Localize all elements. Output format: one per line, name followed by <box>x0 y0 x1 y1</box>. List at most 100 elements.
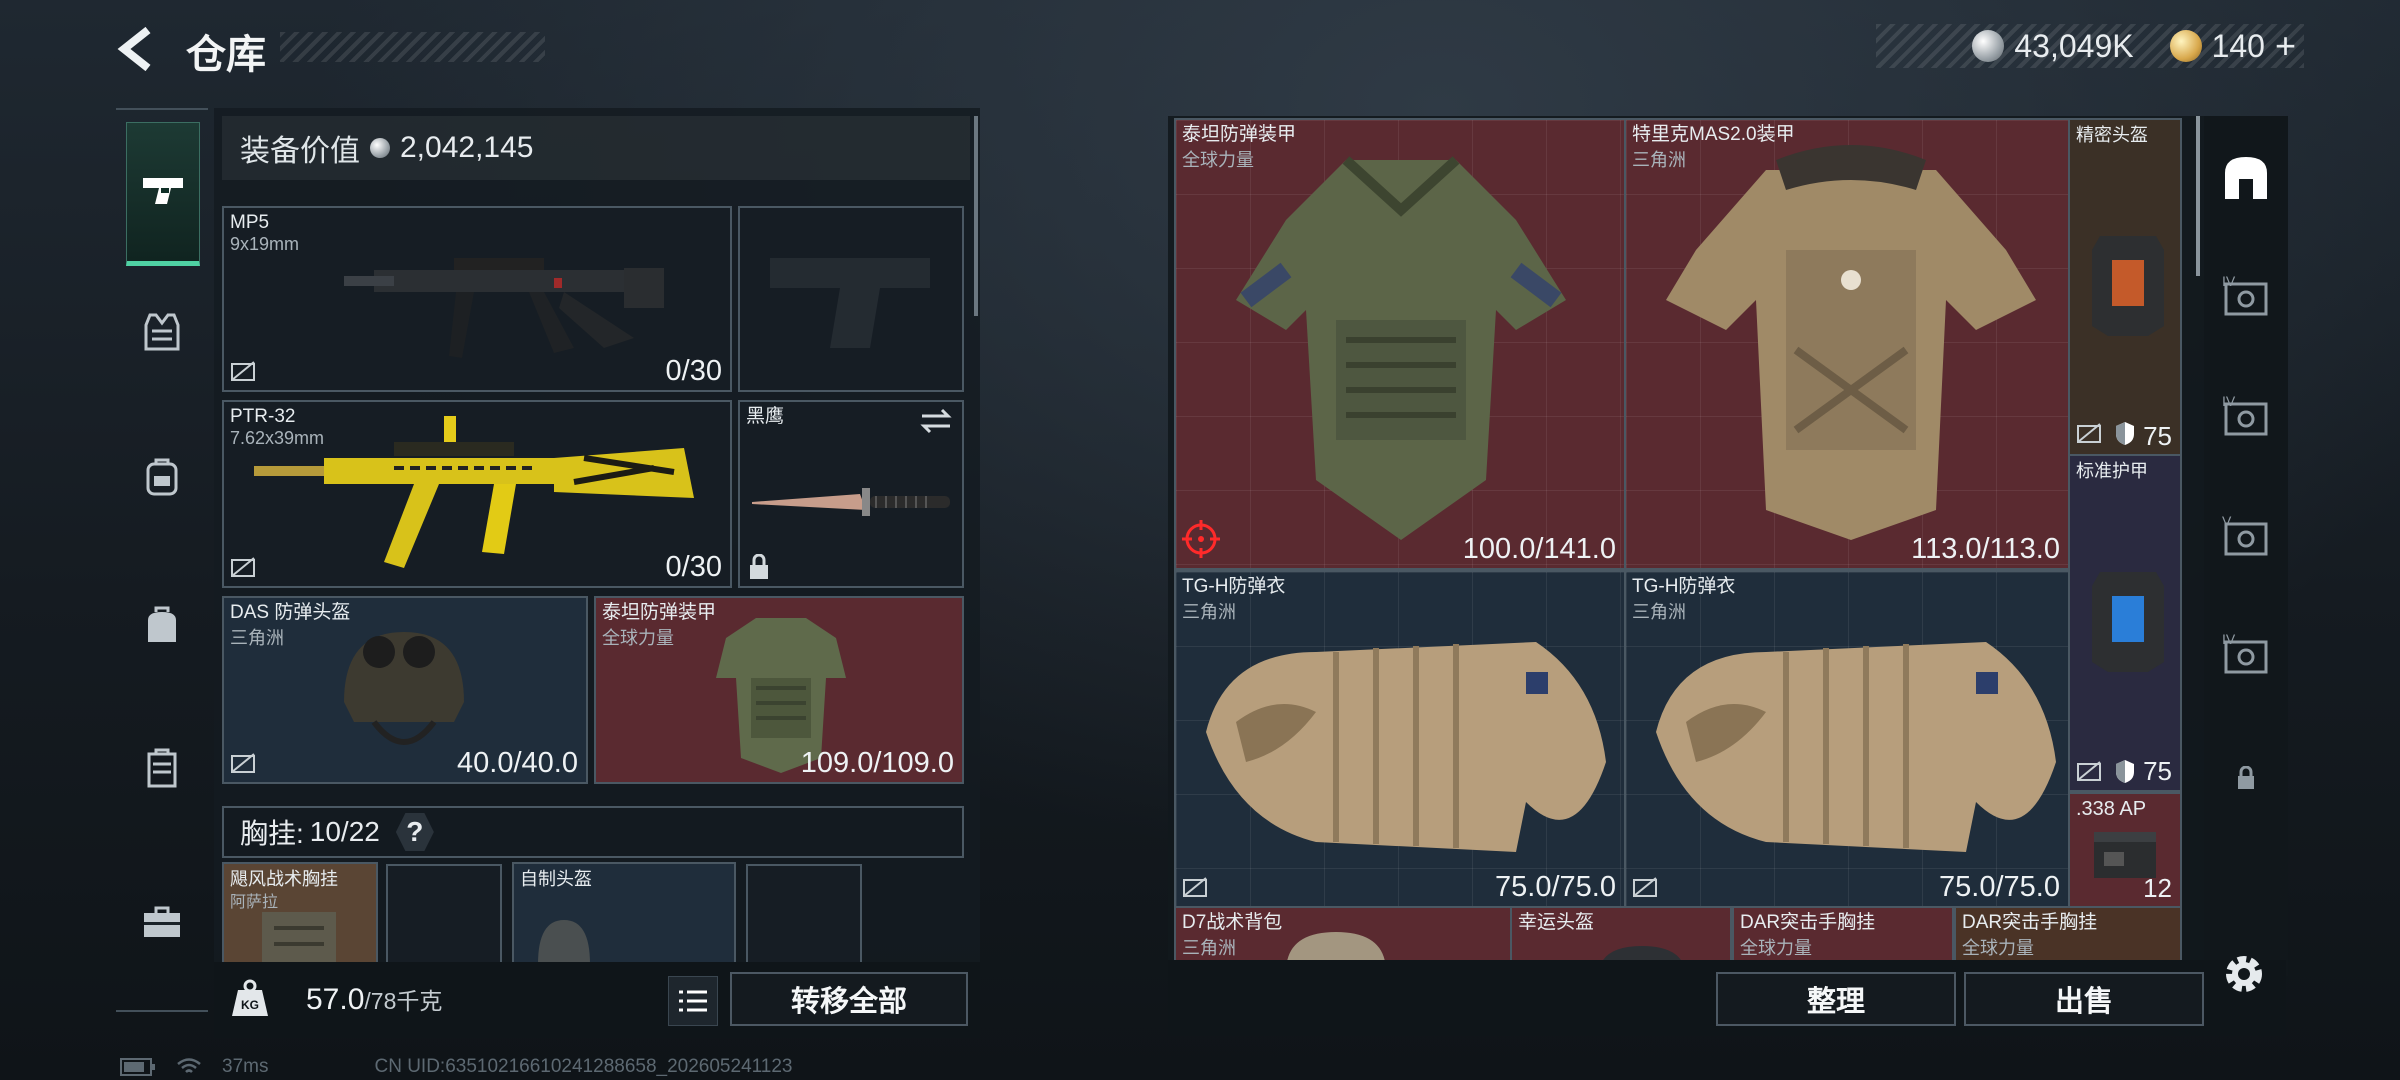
case-icon <box>147 748 177 788</box>
rail-backpack[interactable] <box>126 436 198 516</box>
page-title: 仓库 <box>186 33 266 77</box>
backpack-alt-icon <box>148 606 176 642</box>
svg-text:KG: KG <box>241 998 259 1012</box>
rail-bag[interactable] <box>126 584 198 664</box>
add-currency-button[interactable]: + <box>2275 25 2296 67</box>
primary-weapon-slot[interactable]: MP5 9x19mm 0/30 <box>222 206 732 392</box>
stash-item[interactable]: 精密头盔 75 <box>2068 118 2182 456</box>
item-name: 精密头盔 <box>2076 125 2148 145</box>
wifi-icon <box>177 1058 201 1073</box>
shield-icon <box>2116 760 2134 783</box>
helmet-slot[interactable]: DAS 防弹头盔 三角洲 40.0/40.0 <box>222 596 588 784</box>
item-name: 飓风战术胸挂 <box>230 869 338 889</box>
item-name: 自制头盔 <box>520 869 592 889</box>
silver-coin-icon <box>370 138 390 158</box>
armor-plate-image <box>2092 572 2164 672</box>
item-subtitle: 全球力量 <box>1962 938 2034 958</box>
stash-item[interactable]: DAR突击手胸挂 全球力量 <box>1732 906 1954 960</box>
stash-tab-tier[interactable]: IV <box>2216 624 2276 684</box>
help-button[interactable]: ? <box>395 813 434 851</box>
equipment-scrollbar[interactable] <box>974 116 978 316</box>
uninsured-icon <box>1183 877 1207 897</box>
house-icon <box>2225 157 2267 199</box>
primary-weapon-2-slot[interactable]: PTR-32 7.62x39mm 0/30 <box>222 400 732 588</box>
rail-case[interactable] <box>126 728 198 808</box>
list-view-button[interactable] <box>668 976 718 1026</box>
rail-toolbox[interactable] <box>126 882 198 962</box>
protection-value: 75 <box>2143 421 2172 451</box>
item-name: DAR突击手胸挂 <box>1962 912 2098 933</box>
item-caliber: 9x19mm <box>230 234 300 254</box>
stash-tab-locked[interactable] <box>2216 748 2276 808</box>
armor-image <box>1236 156 1566 540</box>
mp5-image <box>344 258 664 358</box>
transfer-all-button[interactable]: 转移全部 <box>730 972 968 1026</box>
item-name: 标准护甲 <box>2076 461 2148 481</box>
pouch-item[interactable]: 自制头盔 <box>512 862 736 966</box>
gold-coin-icon <box>2169 30 2202 62</box>
stash-item[interactable]: TG-H防弹衣 三角洲 75.0/75.0 <box>1624 570 2070 908</box>
title-decoration <box>280 32 545 62</box>
pouch-slot-empty[interactable] <box>746 864 862 964</box>
item-name: MP5 <box>230 212 270 233</box>
safe-box-icon: IV <box>2222 274 2268 316</box>
stash-item[interactable]: 标准护甲 75 <box>2068 454 2182 792</box>
settings-button[interactable] <box>2218 948 2270 1000</box>
rail-weapons[interactable] <box>126 122 200 266</box>
stash-tab-tier[interactable]: IV <box>2216 266 2276 326</box>
stash-item[interactable]: 特里克MAS2.0装甲 三角洲 113.0/113.0 <box>1624 118 2070 570</box>
stash-item[interactable]: 泰坦防弹装甲 全球力量 100.0/141.0 <box>1174 118 1626 570</box>
pouch-slot-empty[interactable] <box>386 864 502 964</box>
shield-icon <box>2116 422 2134 445</box>
rig-image <box>262 912 336 964</box>
chest-rig-label: 胸挂: <box>240 818 304 849</box>
sort-button[interactable]: 整理 <box>1716 972 1956 1026</box>
ping: 37ms <box>222 1056 269 1077</box>
stash-item[interactable]: TG-H防弹衣 三角洲 75.0/75.0 <box>1174 570 1626 908</box>
stash-grid: 泰坦防弹装甲 全球力量 100.0/141.0 特里克MAS2.0装甲 三角洲 … <box>1172 116 2188 960</box>
durability: 75.0/75.0 <box>1495 871 1616 903</box>
back-arrow-icon <box>117 26 151 72</box>
secondary-weapon-slot[interactable] <box>738 206 964 392</box>
weight-max: /78千克 <box>364 988 443 1014</box>
currency-bar: 43,049K 140 + <box>1876 24 2304 68</box>
toolbox-icon <box>144 906 180 937</box>
tier-label: IV <box>2222 394 2236 409</box>
rail-vest[interactable] <box>126 292 198 372</box>
item-subtitle: 全球力量 <box>602 628 674 648</box>
uninsured-icon <box>2077 423 2101 443</box>
swap-icon[interactable] <box>918 408 954 434</box>
ammo-count: 0/30 <box>665 551 722 583</box>
tier-label: IV <box>2222 632 2236 647</box>
stash-scrollbar[interactable] <box>2196 116 2200 276</box>
chest-rig-capacity: 10/22 <box>309 816 380 847</box>
pouch-item[interactable]: 飓风战术胸挂 阿萨拉 <box>222 862 378 966</box>
stash-tab-tier[interactable]: V <box>2216 506 2276 566</box>
helmet-image <box>538 920 590 964</box>
stash-item[interactable]: DAR突击手胸挂 全球力量 <box>1954 906 2182 960</box>
category-rail <box>116 108 208 1012</box>
item-name: 黑鹰 <box>746 406 785 427</box>
item-subtitle: 三角洲 <box>1632 602 1686 622</box>
durability: 100.0/141.0 <box>1462 533 1616 565</box>
backpack-icon <box>146 458 178 496</box>
back-button[interactable] <box>112 24 162 74</box>
uninsured-icon <box>231 753 255 773</box>
stash-item[interactable]: D7战术背包 三角洲 <box>1174 906 1512 960</box>
ammo-count: 0/30 <box>665 355 722 387</box>
vest-image <box>1656 642 2056 852</box>
armor-slot[interactable]: 泰坦防弹装甲 全球力量 109.0/109.0 <box>594 596 964 784</box>
stash-item[interactable]: .338 AP 12 <box>2068 792 2182 908</box>
armor-plate-image <box>2092 236 2164 336</box>
user-uid: CN UID:63510216610241288658_202605241123 <box>374 1056 793 1077</box>
stash-tab-main[interactable] <box>2216 148 2276 208</box>
item-name: DAR突击手胸挂 <box>1740 912 1876 933</box>
stash-tab-tier[interactable]: IV <box>2216 386 2276 446</box>
stash-item[interactable]: 幸运头盔 <box>1510 906 1732 960</box>
melee-slot[interactable]: 黑鹰 <box>738 400 964 588</box>
vest-image <box>1206 642 1606 852</box>
sell-button[interactable]: 出售 <box>1964 972 2204 1026</box>
durability: 109.0/109.0 <box>800 747 954 779</box>
item-subtitle: 三角洲 <box>1182 938 1236 958</box>
lock-icon <box>750 554 768 579</box>
